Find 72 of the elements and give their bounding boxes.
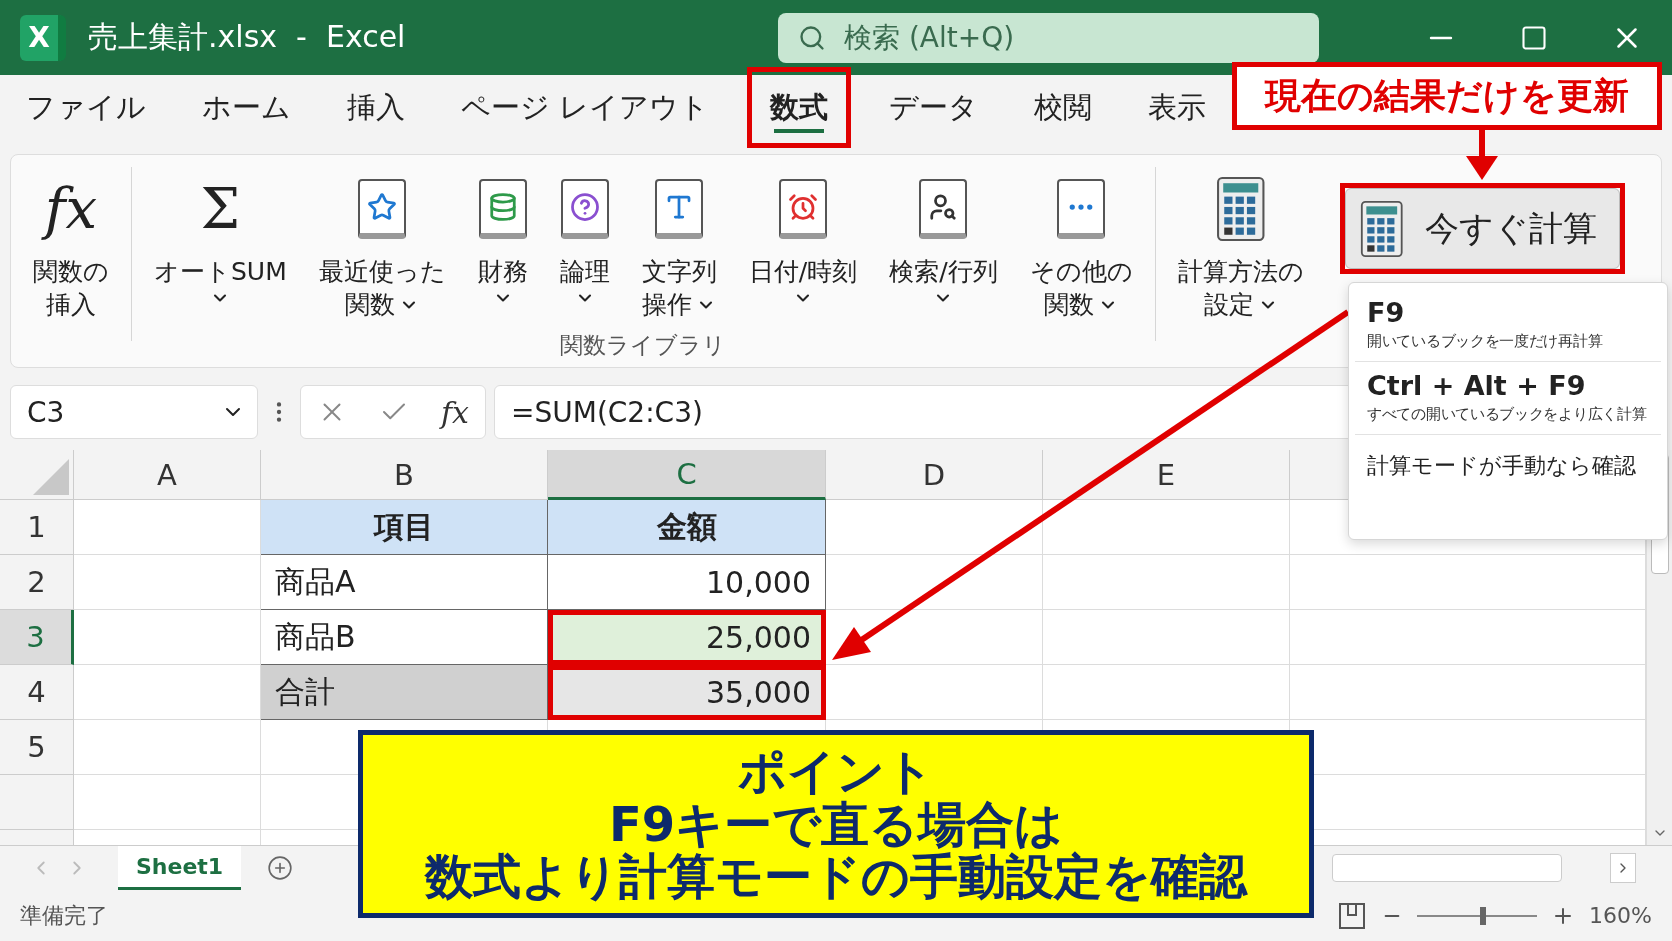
search-field[interactable]: 検索 (Alt+Q) [778, 12, 1319, 63]
window-title: 売上集計.xlsx - Excel [88, 18, 407, 56]
shortcut-description: 開いているブックを一度だけ再計算 [1367, 332, 1604, 351]
ribbon-tab[interactable]: 校閲 [1016, 67, 1111, 148]
select-all-icon[interactable] [33, 459, 69, 495]
star-book-icon [358, 179, 407, 239]
maximize-icon[interactable] [1520, 23, 1548, 52]
ribbon-button[interactable]: 論理 [543, 163, 626, 308]
callout-label: 現在の結果だけを更新 [1232, 62, 1662, 130]
database-book-icon [478, 179, 527, 239]
ribbon-tab[interactable]: 数式 [752, 72, 847, 143]
ribbon-button[interactable]: fx 関数の 挿入 [17, 163, 125, 321]
shortcut-key: F9 [1367, 297, 1649, 328]
ribbon-tab[interactable]: データ [871, 67, 997, 148]
name-box[interactable]: C3 [10, 385, 258, 439]
ribbon-tab[interactable]: ホーム [184, 67, 309, 148]
search-icon [798, 23, 826, 52]
row-header[interactable]: 5 [0, 720, 74, 775]
status-text: 準備完了 [20, 901, 108, 930]
note-text: F9キーで直る場合は [608, 797, 1064, 851]
app-logo: X [20, 14, 66, 61]
dots-book-icon [1057, 179, 1106, 239]
column-header[interactable]: E [1043, 450, 1290, 500]
ribbon-tab[interactable]: 挿入 [329, 67, 423, 148]
group-label: 関数ライブラリ [560, 331, 727, 360]
ribbon-button[interactable]: 最近使った 関数 [302, 163, 462, 321]
column-header[interactable]: B [261, 450, 548, 500]
sheet-tab[interactable]: Sheet1 [118, 846, 242, 890]
letter-book-icon [655, 179, 704, 239]
ribbon-tab[interactable]: ファイル [8, 67, 164, 148]
column-header[interactable]: C [548, 450, 826, 500]
column-header[interactable]: D [826, 450, 1043, 500]
table-cell: 項目 [261, 500, 548, 555]
table-cell: 35,000 [548, 665, 826, 720]
row-header[interactable] [0, 775, 74, 830]
ribbon-button[interactable]: 文字列 操作 [625, 163, 733, 321]
row-header[interactable]: 3 [0, 610, 74, 665]
column-header[interactable]: A [74, 450, 261, 500]
horizontal-scrollbar[interactable] [1332, 854, 1562, 882]
ribbon-button[interactable]: 計算方法の 設定 [1161, 163, 1320, 321]
ribbon-tab[interactable]: ページ レイアウト [443, 67, 728, 148]
row-header[interactable]: 1 [0, 500, 74, 555]
page-break-view-icon[interactable] [1337, 900, 1368, 931]
ribbon-button[interactable]: Σ オートSUM [138, 163, 303, 308]
person-search-book-icon [919, 179, 968, 239]
table-cell: 商品B [261, 610, 548, 665]
calculate-now-button[interactable]: 今すぐ計算 [1344, 188, 1621, 269]
row-header[interactable]: 2 [0, 555, 74, 610]
alarm-clock-book-icon [778, 179, 827, 239]
ribbon-button[interactable]: 財務 [461, 163, 544, 308]
calculator-icon [1215, 176, 1266, 242]
row-header[interactable]: 4 [0, 665, 74, 720]
calculator-icon [1359, 199, 1404, 258]
ribbon-button[interactable]: 検索/行列 [873, 163, 1014, 308]
shortcut-description: すべての開いているブックをより広く計算 [1367, 405, 1648, 424]
pointer-arrow [1466, 130, 1498, 180]
ribbon-button[interactable]: その他の 関数 [1013, 163, 1149, 321]
table-cell: 25,000 [548, 610, 826, 665]
ribbon-button[interactable]: 日付/時刻 [732, 163, 874, 308]
table-cell: 金額 [548, 500, 826, 555]
function-icon: Σ [200, 181, 241, 237]
menu-item[interactable]: 計算モードが手動なら確認 [1367, 443, 1649, 489]
insert-function-button[interactable]: fx [440, 394, 469, 430]
ribbon-tab[interactable]: 表示 [1130, 67, 1225, 148]
note-title: ポイント [738, 744, 934, 798]
table-cell: 商品A [261, 555, 548, 610]
table-cell: 合計 [261, 665, 548, 720]
table-cell: 10,000 [548, 555, 826, 610]
zoom-level[interactable]: 160% [1589, 903, 1652, 928]
note-text: 数式より計算モードの手動設定を確認 [425, 850, 1247, 904]
add-sheet-icon[interactable] [267, 855, 294, 881]
question-book-icon [560, 179, 609, 239]
